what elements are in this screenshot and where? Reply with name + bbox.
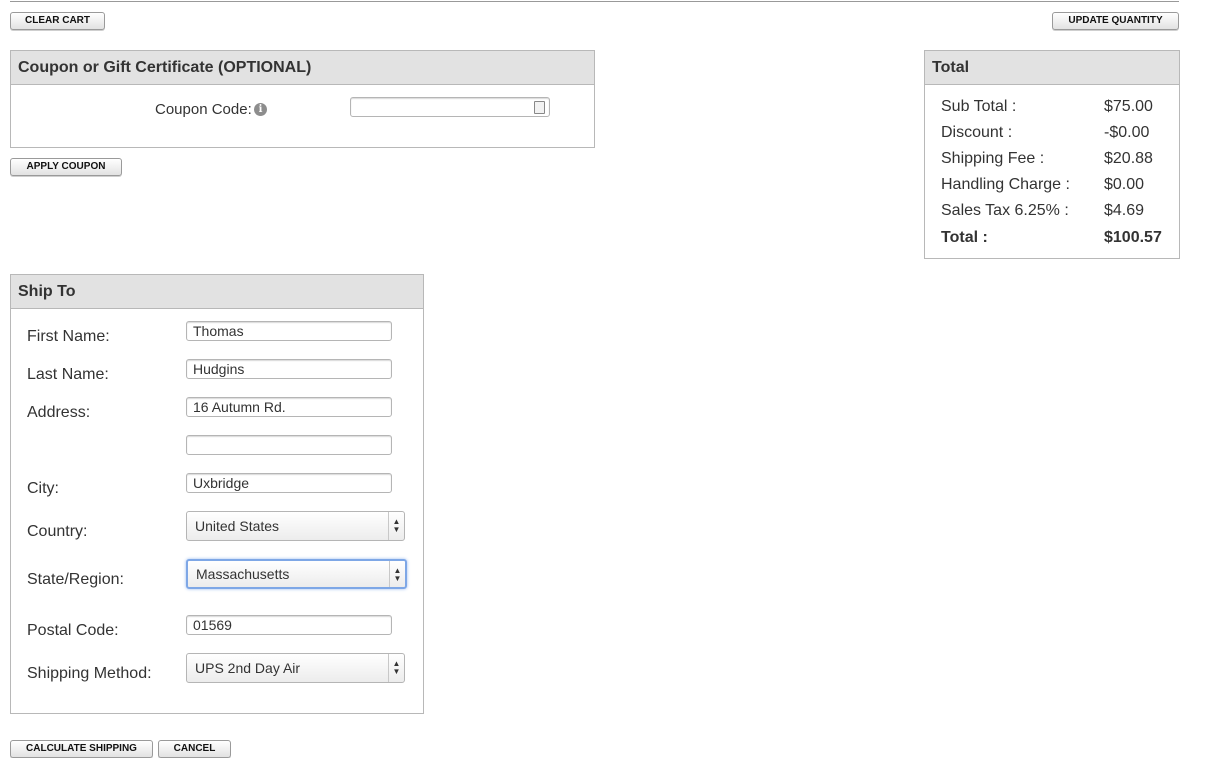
shipping-method-label: Shipping Method: [27, 665, 152, 682]
last-name-input[interactable]: Hudgins [186, 359, 392, 379]
cancel-button[interactable]: CANCEL [158, 740, 231, 758]
select-arrows-icon: ▲ ▼ [388, 512, 404, 540]
coupon-code-label: Coupon Code: [155, 101, 252, 118]
calculate-shipping-button[interactable]: CALCULATE SHIPPING [10, 740, 153, 758]
subtotal-value: $75.00 [1104, 98, 1153, 115]
clear-cart-button[interactable]: CLEAR CART [10, 12, 105, 30]
select-arrows-icon: ▲ ▼ [388, 654, 404, 682]
address-line1-input[interactable]: 16 Autumn Rd. [186, 397, 392, 417]
sales-tax-value: $4.69 [1104, 202, 1145, 219]
apply-coupon-button[interactable]: APPLY COUPON [10, 158, 122, 176]
shipping-method-select[interactable]: UPS 2nd Day Air ▲ ▼ [186, 653, 405, 683]
address-label: Address: [27, 404, 91, 421]
sales-tax-label: Sales Tax 6.25% : [941, 202, 1069, 219]
city-input[interactable]: Uxbridge [186, 473, 392, 493]
address-line2-input[interactable] [186, 435, 392, 455]
first-name-label: First Name: [27, 328, 110, 345]
coupon-panel-title: Coupon or Gift Certificate (OPTIONAL) [11, 51, 594, 85]
sales-tax-row: Sales Tax 6.25% : $4.69 [941, 202, 1171, 220]
discount-row: Discount : -$0.00 [941, 124, 1171, 142]
total-panel-title: Total [925, 51, 1179, 85]
update-quantity-button[interactable]: UPDATE QUANTITY [1052, 12, 1179, 30]
discount-label: Discount : [941, 124, 1013, 141]
handling-charge-row: Handling Charge : $0.00 [941, 176, 1171, 194]
contact-card-icon [534, 101, 545, 114]
ship-to-panel-title: Ship To [11, 275, 423, 309]
last-name-label: Last Name: [27, 366, 109, 383]
subtotal-label: Sub Total : [941, 98, 1017, 115]
ship-to-panel: Ship To First Name: Thomas Last Name: Hu… [10, 274, 424, 714]
grand-total-value: $100.57 [1104, 229, 1162, 246]
country-label: Country: [27, 523, 88, 540]
city-label: City: [27, 480, 59, 497]
coupon-panel: Coupon or Gift Certificate (OPTIONAL) Co… [10, 50, 595, 148]
postal-code-input[interactable]: 01569 [186, 615, 392, 635]
grand-total-row: Total : $100.57 [941, 229, 1171, 247]
country-selected-value: United States [195, 518, 280, 534]
info-icon[interactable]: i [254, 103, 267, 116]
handling-charge-value: $0.00 [1104, 176, 1145, 193]
postal-code-label: Postal Code: [27, 622, 119, 639]
subtotal-row: Sub Total : $75.00 [941, 98, 1171, 116]
state-label: State/Region: [27, 571, 124, 588]
state-selected-value: Massachusetts [196, 566, 290, 582]
shipping-fee-value: $20.88 [1104, 150, 1153, 167]
discount-value: -$0.00 [1104, 124, 1150, 141]
grand-total-label: Total : [941, 229, 988, 246]
country-select[interactable]: United States ▲ ▼ [186, 511, 405, 541]
coupon-code-input[interactable] [350, 97, 550, 117]
shipping-method-selected-value: UPS 2nd Day Air [195, 660, 301, 676]
shipping-fee-row: Shipping Fee : $20.88 [941, 150, 1171, 168]
state-select[interactable]: Massachusetts ▲ ▼ [186, 559, 407, 589]
top-divider [10, 0, 1179, 2]
total-panel: Total Sub Total : $75.00 Discount : -$0.… [924, 50, 1180, 259]
shipping-fee-label: Shipping Fee : [941, 150, 1045, 167]
select-arrows-icon: ▲ ▼ [389, 561, 405, 587]
handling-charge-label: Handling Charge : [941, 176, 1070, 193]
first-name-input[interactable]: Thomas [186, 321, 392, 341]
